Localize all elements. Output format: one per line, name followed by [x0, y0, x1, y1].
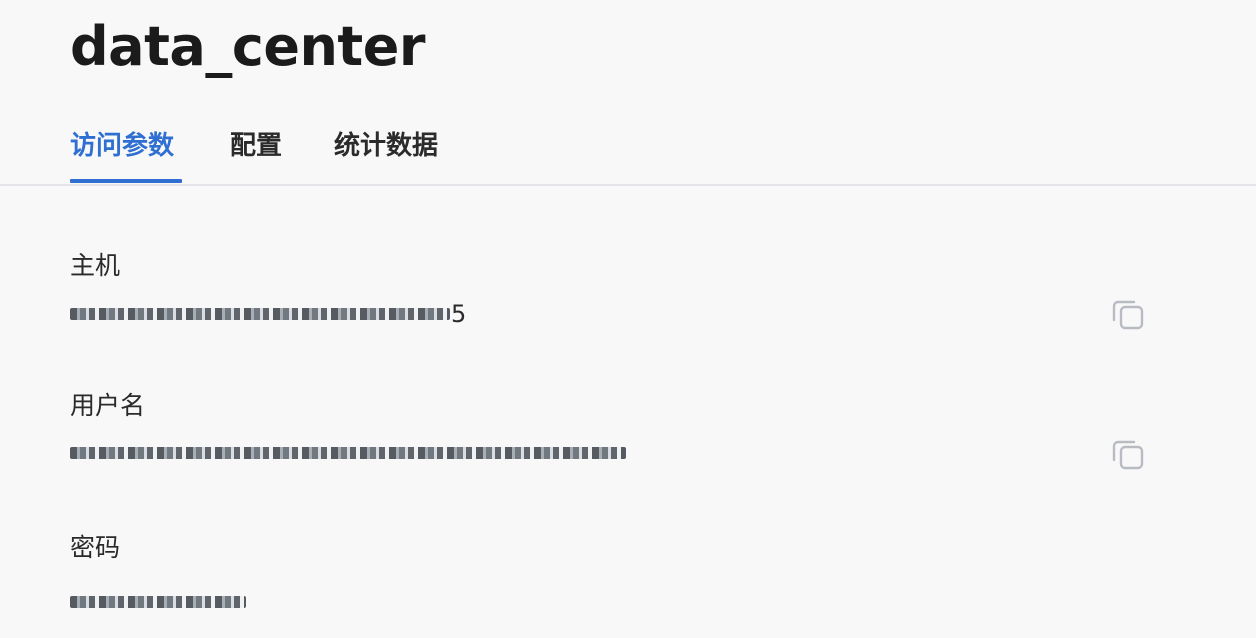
active-tab-indicator [70, 179, 182, 183]
page-title: data_center [70, 15, 426, 78]
copy-icon [1112, 300, 1144, 330]
username-value[interactable] [70, 440, 626, 466]
password-value-masked [70, 596, 246, 608]
tab-configuration[interactable]: 配置 [230, 128, 282, 164]
copy-username-button[interactable] [1110, 436, 1146, 472]
host-label: 主机 [70, 251, 121, 280]
tab-statistics[interactable]: 统计数据 [334, 128, 438, 164]
password-label: 密码 [70, 533, 121, 562]
tab-bar: 访问参数 配置 统计数据 [0, 118, 1256, 186]
copy-host-button[interactable] [1110, 296, 1146, 332]
username-label: 用户名 [70, 391, 146, 420]
password-value[interactable] [70, 589, 246, 615]
host-value-masked [70, 308, 450, 320]
tab-access-parameters[interactable]: 访问参数 [70, 128, 174, 164]
host-value[interactable]: 5 [70, 300, 467, 328]
host-value-suffix: 5 [451, 300, 467, 328]
username-value-masked [70, 447, 626, 459]
copy-icon [1112, 440, 1144, 470]
